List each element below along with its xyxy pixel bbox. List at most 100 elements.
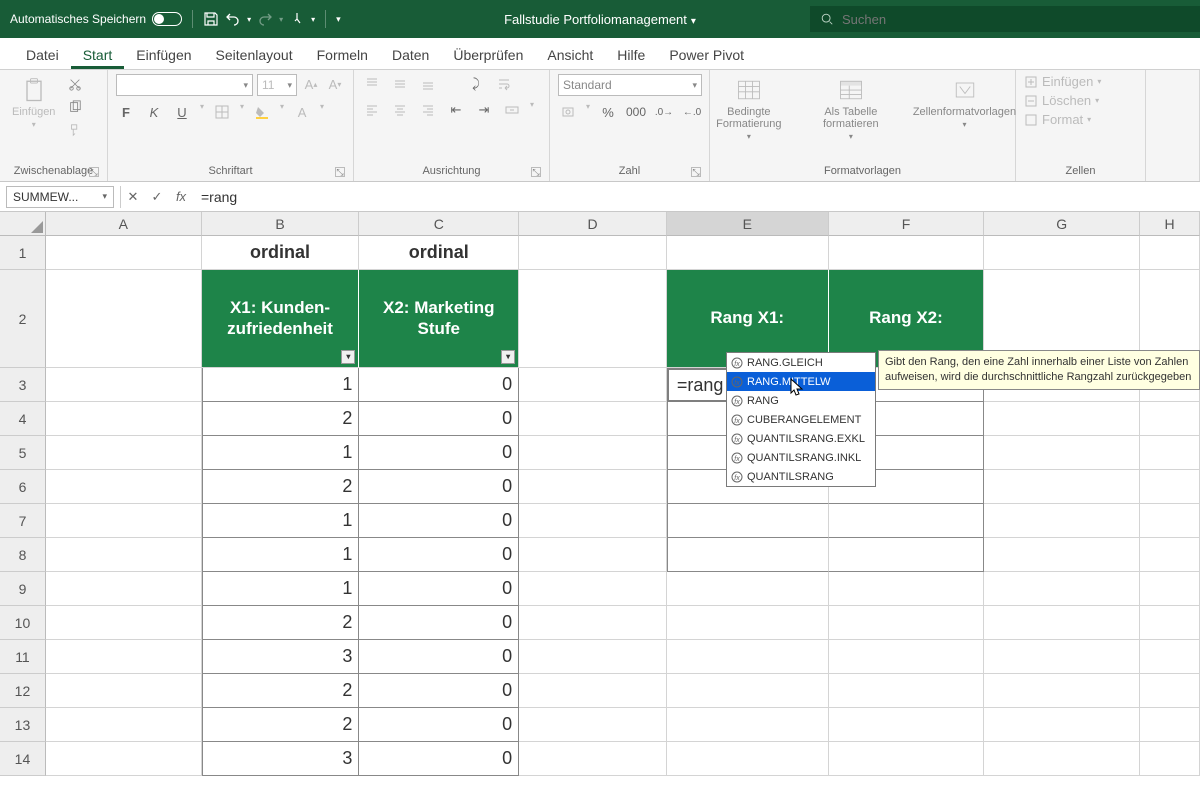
cell[interactable]: 1: [202, 436, 360, 470]
row-header[interactable]: 12: [0, 674, 46, 708]
cell[interactable]: [667, 606, 829, 640]
cell[interactable]: [519, 504, 667, 538]
cell[interactable]: [667, 640, 829, 674]
row-header[interactable]: 3: [0, 368, 46, 402]
increase-decimal-icon[interactable]: .0→: [654, 102, 674, 122]
cell[interactable]: [519, 606, 667, 640]
cell[interactable]: 2: [202, 402, 360, 436]
enter-formula-icon[interactable]: ✓: [145, 186, 169, 208]
tab-hilfe[interactable]: Hilfe: [605, 41, 657, 69]
cell[interactable]: [46, 606, 202, 640]
select-all-corner[interactable]: [0, 212, 46, 236]
cell[interactable]: [984, 236, 1140, 270]
percent-icon[interactable]: %: [598, 102, 618, 122]
cell[interactable]: [984, 606, 1140, 640]
cell[interactable]: [667, 742, 829, 776]
cell[interactable]: 3: [202, 640, 360, 674]
align-middle-icon[interactable]: [390, 74, 410, 94]
tab-power pivot[interactable]: Power Pivot: [657, 41, 756, 69]
cell[interactable]: 0: [359, 504, 519, 538]
cell[interactable]: [1140, 436, 1200, 470]
increase-indent-icon[interactable]: ⇥: [474, 100, 494, 120]
cell[interactable]: 1: [202, 504, 360, 538]
cell[interactable]: ordinal: [359, 236, 519, 270]
cell[interactable]: [1140, 606, 1200, 640]
cell[interactable]: [519, 402, 667, 436]
cell[interactable]: [46, 368, 202, 402]
row-header[interactable]: 10: [0, 606, 46, 640]
cell[interactable]: [519, 572, 667, 606]
wrap-text-icon[interactable]: [494, 74, 514, 94]
cell[interactable]: [1140, 504, 1200, 538]
number-format-combo[interactable]: Standard▾: [558, 74, 702, 96]
row-header[interactable]: 5: [0, 436, 46, 470]
search-input[interactable]: [842, 12, 1190, 27]
font-color-icon[interactable]: A: [292, 102, 312, 122]
comma-icon[interactable]: 000: [626, 102, 646, 122]
cell[interactable]: [519, 236, 667, 270]
name-box[interactable]: SUMMEW...▾: [6, 186, 114, 208]
align-bottom-icon[interactable]: [418, 74, 438, 94]
row-header[interactable]: 13: [0, 708, 46, 742]
cell[interactable]: [46, 402, 202, 436]
cell[interactable]: [46, 470, 202, 504]
tab-daten[interactable]: Daten: [380, 41, 441, 69]
cell[interactable]: [519, 708, 667, 742]
accounting-icon[interactable]: [558, 102, 578, 122]
cell[interactable]: [1140, 640, 1200, 674]
cell[interactable]: 0: [359, 402, 519, 436]
col-header-H[interactable]: H: [1140, 212, 1200, 236]
row-header[interactable]: 14: [0, 742, 46, 776]
cancel-formula-icon[interactable]: ✕: [121, 186, 145, 208]
cell[interactable]: [829, 708, 985, 742]
cell[interactable]: [1140, 674, 1200, 708]
font-size-combo[interactable]: 11▾: [257, 74, 297, 96]
row-header[interactable]: 6: [0, 470, 46, 504]
cell[interactable]: 0: [359, 368, 519, 402]
format-painter-icon[interactable]: [65, 120, 85, 140]
save-icon[interactable]: [203, 11, 219, 27]
cell[interactable]: 0: [359, 674, 519, 708]
cell[interactable]: [1140, 236, 1200, 270]
cell[interactable]: [519, 742, 667, 776]
tab-datei[interactable]: Datei: [14, 41, 71, 69]
cell[interactable]: [829, 236, 985, 270]
cell[interactable]: 3: [202, 742, 360, 776]
tab-überprüfen[interactable]: Überprüfen: [441, 41, 535, 69]
align-center-icon[interactable]: [390, 100, 410, 120]
cell[interactable]: [46, 504, 202, 538]
borders-icon[interactable]: [212, 102, 232, 122]
tab-start[interactable]: Start: [71, 41, 125, 69]
row-header[interactable]: 4: [0, 402, 46, 436]
col-header-G[interactable]: G: [984, 212, 1140, 236]
cell[interactable]: 0: [359, 436, 519, 470]
col-header-B[interactable]: B: [202, 212, 360, 236]
cell[interactable]: [1140, 742, 1200, 776]
touch-mode-icon[interactable]: [289, 11, 305, 27]
col-header-C[interactable]: C: [359, 212, 519, 236]
cell[interactable]: [984, 402, 1140, 436]
cell[interactable]: [984, 708, 1140, 742]
insert-cells-button[interactable]: Einfügen▾: [1024, 74, 1101, 89]
cell[interactable]: 2: [202, 606, 360, 640]
cell[interactable]: [984, 674, 1140, 708]
row-header[interactable]: 1: [0, 236, 46, 270]
cell[interactable]: [984, 538, 1140, 572]
document-title[interactable]: Fallstudie Portfoliomanagement▾: [504, 12, 696, 27]
cell[interactable]: [984, 470, 1140, 504]
underline-button[interactable]: U: [172, 102, 192, 122]
tab-formeln[interactable]: Formeln: [305, 41, 380, 69]
cell[interactable]: [519, 270, 667, 368]
row-header[interactable]: 9: [0, 572, 46, 606]
cell[interactable]: [829, 640, 985, 674]
cell[interactable]: [46, 436, 202, 470]
merge-icon[interactable]: [502, 100, 522, 120]
autocomplete-item[interactable]: fxQUANTILSRANG.INKL: [727, 448, 875, 467]
paste-button[interactable]: Einfügen ▾: [8, 74, 59, 131]
row-header[interactable]: 8: [0, 538, 46, 572]
spreadsheet-grid[interactable]: ABCDEFGH 1ordinalordinal2X1: Kunden-zufr…: [0, 212, 1200, 776]
cell[interactable]: [46, 538, 202, 572]
bold-button[interactable]: F: [116, 102, 136, 122]
autocomplete-item[interactable]: fxQUANTILSRANG.EXKL: [727, 429, 875, 448]
conditional-formatting-button[interactable]: Bedingte Formatierung▾: [705, 74, 793, 143]
